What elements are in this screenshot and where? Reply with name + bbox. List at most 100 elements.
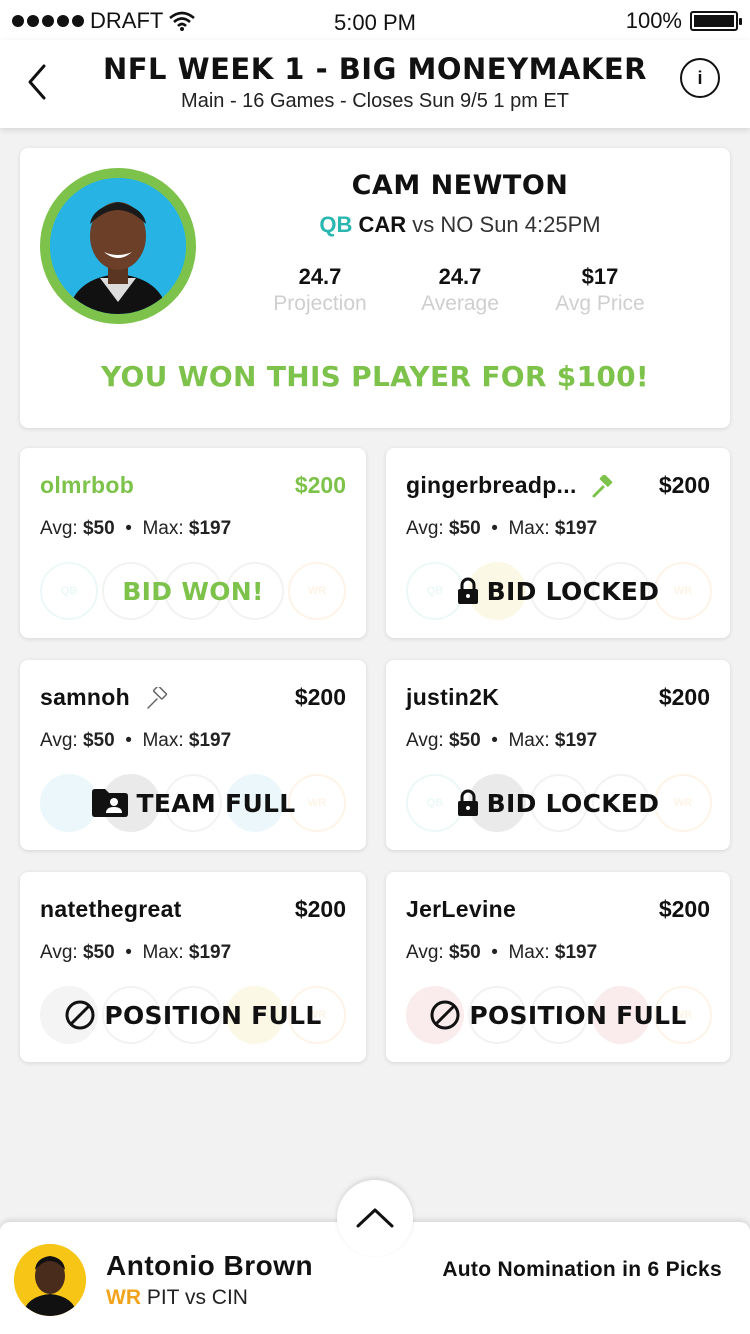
bidder-bid: $200 (294, 472, 346, 498)
bidder-bid: $200 (658, 896, 710, 922)
bidder-card-jerlevine[interactable]: JerLevine $200 Avg: $50 • Max: $197 WR P… (386, 872, 730, 1062)
stat-label: Avg Price (555, 292, 645, 315)
player-matchup: QB CAR vs NO Sun 4:25PM (250, 212, 670, 238)
max-value: $197 (188, 942, 232, 963)
gavel-icon (146, 686, 167, 709)
nominee-avatar (14, 1244, 86, 1316)
player-stats: 24.7 Projection 24.7 Average $17 Avg Pri… (250, 264, 670, 316)
player-position: QB (319, 212, 353, 237)
player-avatar (40, 168, 196, 324)
app-header: NFL WEEK 1 - BIG MONEYMAKER Main - 16 Ga… (0, 40, 750, 128)
player-card: CAM NEWTON QB CAR vs NO Sun 4:25PM 24.7 … (20, 148, 730, 428)
bidder-card-justin2k[interactable]: justin2K $200 Avg: $50 • Max: $197 QB WR… (386, 660, 730, 850)
nominee-name: Antonio Brown (106, 1250, 314, 1281)
bidder-name: olmrbob (40, 472, 135, 498)
avg-value: $50 (82, 518, 115, 539)
avg-label: Avg: (40, 942, 78, 963)
prohibited-icon (65, 1000, 95, 1030)
avg-value: $50 (448, 942, 481, 963)
lock-icon (457, 577, 478, 604)
avg-value: $50 (82, 942, 115, 963)
status-label: POSITION FULL (104, 1000, 322, 1030)
nominee-photo (14, 1244, 86, 1316)
player-name: CAM NEWTON (351, 170, 569, 201)
avg-label: Avg: (406, 942, 444, 963)
player-photo (50, 178, 186, 314)
battery-icon (690, 11, 742, 31)
bidder-stats: Avg: $50 • Max: $197 (406, 730, 598, 751)
bidder-bid: $200 (294, 896, 346, 922)
status-overlay: TEAM FULL (20, 774, 366, 832)
bidder-name: justin2K (406, 684, 500, 710)
player-opponent: vs NO Sun 4:25PM (412, 212, 601, 237)
stat-label: Projection (273, 292, 367, 315)
nominee-position: WR (106, 1286, 141, 1309)
contest-title: NFL WEEK 1 - BIG MONEYMAKER (102, 52, 648, 86)
stat-avg-price: $17 Avg Price (530, 264, 670, 316)
gavel-icon (592, 474, 613, 498)
max-label: Max: (508, 730, 550, 751)
avg-value: $50 (448, 730, 481, 751)
max-value: $197 (554, 942, 598, 963)
bidder-stats: Avg: $50 • Max: $197 (40, 942, 232, 963)
status-bar: DRAFT 5:00 PM 100% (0, 0, 750, 40)
max-label: Max: (142, 942, 184, 963)
status-label: BID WON! (122, 576, 264, 606)
bidder-stats: Avg: $50 • Max: $197 (40, 518, 232, 539)
avg-value: $50 (448, 518, 481, 539)
avg-label: Avg: (40, 730, 78, 751)
nominee-matchup: WR PIT vs CIN (106, 1286, 248, 1310)
bidder-stats: Avg: $50 • Max: $197 (406, 942, 598, 963)
status-overlay: POSITION FULL (386, 986, 730, 1044)
status-label: BID LOCKED (486, 788, 660, 818)
bidder-name: natethegreat (40, 896, 182, 922)
bidder-name: samnoh (40, 684, 169, 711)
bidder-name: JerLevine (406, 896, 517, 922)
player-team: CAR (358, 212, 407, 237)
max-label: Max: (142, 518, 184, 539)
battery-percent: 100% (625, 8, 682, 33)
status-overlay: BID LOCKED (386, 774, 730, 832)
bidder-card-samnoh[interactable]: samnoh $200 Avg: $50 • Max: $197 WR TEAM… (20, 660, 366, 850)
stat-average: 24.7 Average (390, 264, 530, 316)
stat-value: 24.7 (438, 264, 482, 289)
stat-label: Average (421, 292, 499, 315)
bidder-stats: Avg: $50 • Max: $197 (406, 518, 598, 539)
team-folder-icon (91, 789, 128, 817)
bidder-bid: $200 (294, 684, 346, 710)
stat-value: $17 (581, 264, 619, 289)
bidder-name-text: samnoh (40, 684, 130, 710)
max-value: $197 (188, 730, 232, 751)
bidder-card-natethegreat[interactable]: natethegreat $200 Avg: $50 • Max: $197 W… (20, 872, 366, 1062)
avg-value: $50 (82, 730, 115, 751)
lock-icon (457, 789, 478, 816)
status-label: TEAM FULL (136, 788, 296, 818)
bidder-name: gingerbreadp... (406, 472, 615, 499)
avg-label: Avg: (406, 730, 444, 751)
bidder-stats: Avg: $50 • Max: $197 (40, 730, 232, 751)
max-label: Max: (508, 518, 550, 539)
bidder-bid: $200 (658, 472, 710, 498)
contest-subtitle: Main - 16 Games - Closes Sun 9/5 1 pm ET (181, 90, 569, 112)
max-value: $197 (554, 518, 598, 539)
max-value: $197 (554, 730, 598, 751)
bidder-card-gingerbread[interactable]: gingerbreadp... $200 Avg: $50 • Max: $19… (386, 448, 730, 638)
info-button[interactable]: i (680, 58, 720, 98)
expand-button[interactable] (337, 1180, 413, 1256)
avg-label: Avg: (406, 518, 444, 539)
stat-projection: 24.7 Projection (250, 264, 390, 316)
stat-value: 24.7 (298, 264, 342, 289)
status-overlay: BID LOCKED (386, 562, 730, 620)
status-label: POSITION FULL (469, 1000, 687, 1030)
bidder-card-olmrbob[interactable]: olmrbob $200 Avg: $50 • Max: $197 QB WR … (20, 448, 366, 638)
battery-info: 100% (625, 8, 742, 34)
max-label: Max: (508, 942, 550, 963)
won-banner: YOU WON THIS PLAYER FOR $100! (100, 360, 649, 393)
max-label: Max: (142, 730, 184, 751)
bidder-name-text: gingerbreadp... (406, 472, 577, 498)
status-overlay: BID WON! (20, 562, 366, 620)
status-label: BID LOCKED (486, 576, 660, 606)
prohibited-icon (430, 1000, 460, 1030)
auto-nomination-label: Auto Nomination in 6 Picks (442, 1258, 722, 1281)
nominee-game: PIT vs CIN (146, 1286, 248, 1309)
